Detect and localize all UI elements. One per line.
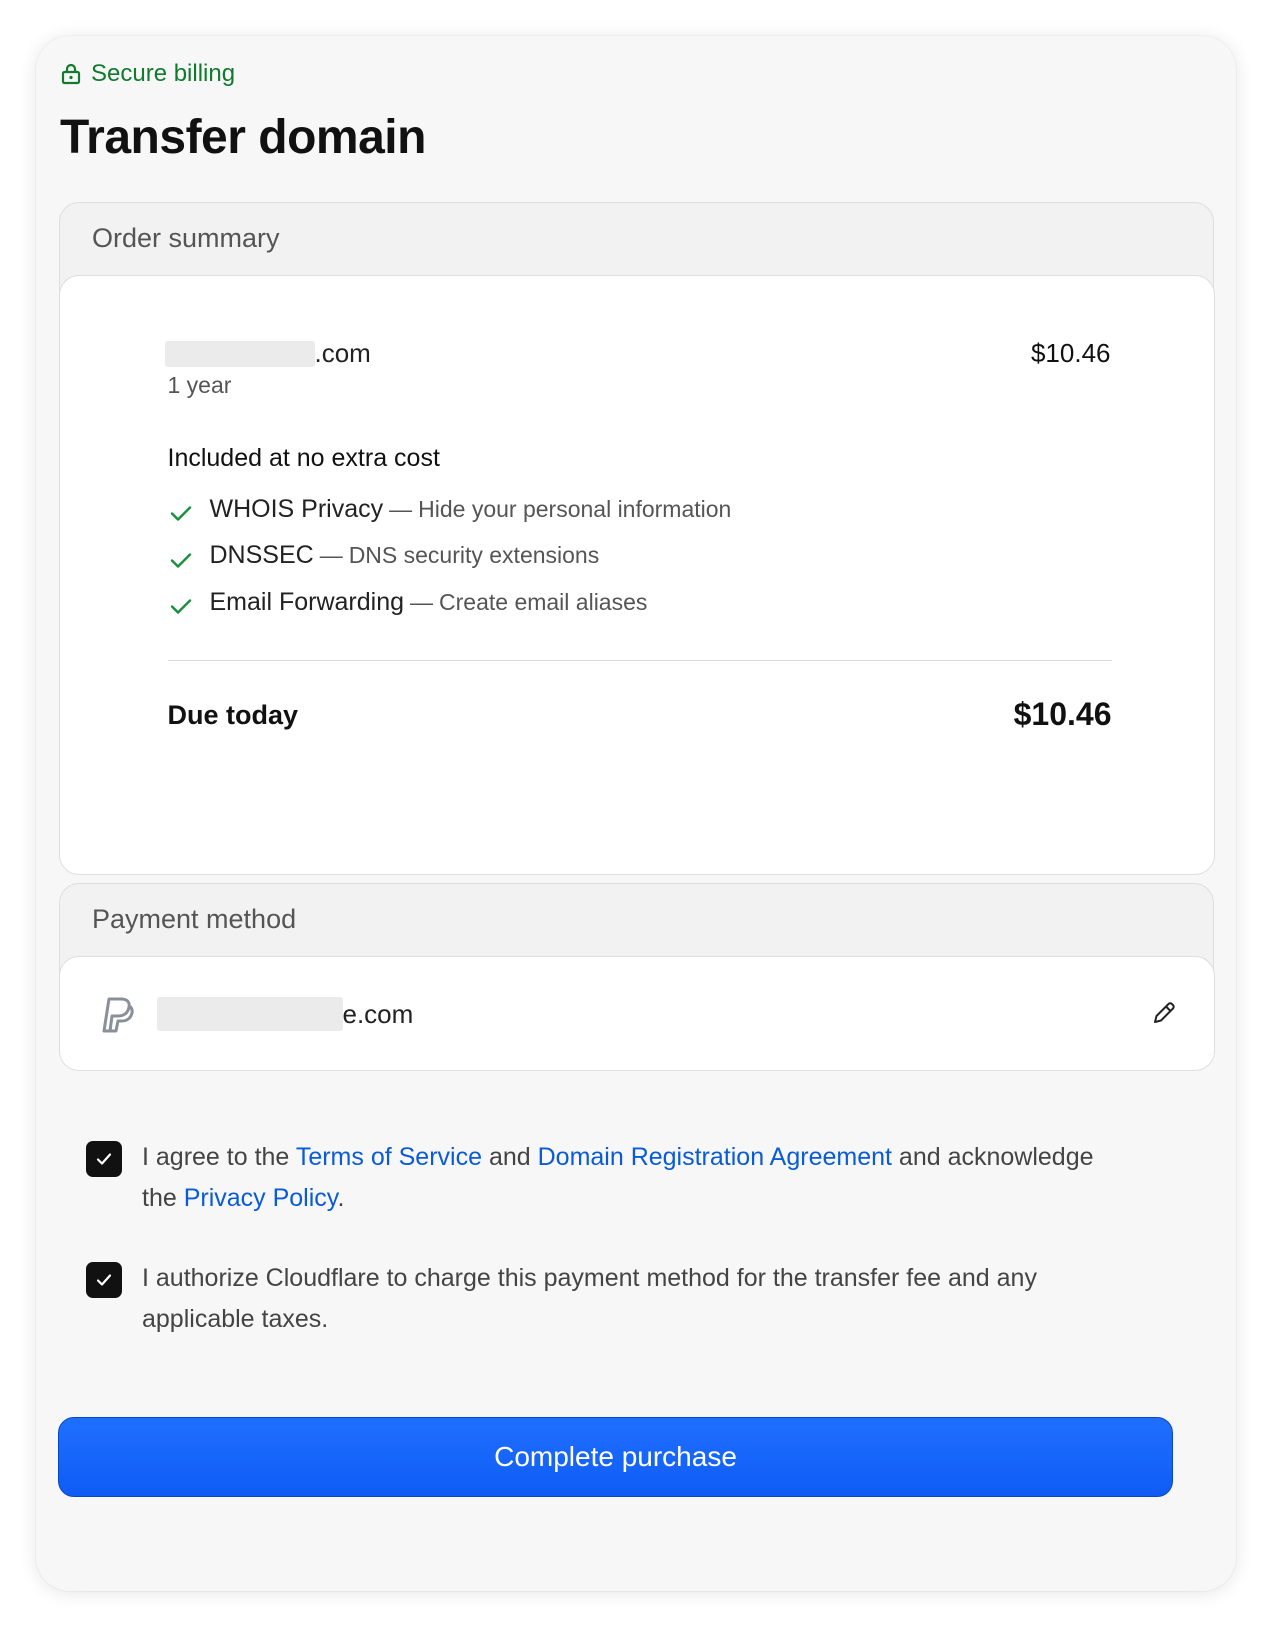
feature-item-whois-privacy: WHOIS Privacy — Hide your personal infor… — [168, 486, 732, 533]
due-today-label: Due today — [167, 700, 299, 730]
terms-text-part: . — [337, 1184, 345, 1212]
payment-account: e.com — [156, 997, 414, 1031]
page-title: Transfer domain — [60, 111, 426, 164]
terms-agreement-text: I agree to the Terms of Service and Doma… — [142, 1137, 1106, 1219]
complete-purchase-button[interactable]: Complete purchase — [58, 1417, 1173, 1497]
feature-name: DNSSEC — [209, 541, 314, 570]
paypal-icon — [102, 997, 134, 1033]
authorize-agreement-text: I authorize Cloudflare to charge this pa… — [142, 1264, 1037, 1333]
domain-name: .com — [164, 338, 371, 369]
domain-registration-agreement-link[interactable]: Domain Registration Agreement — [538, 1143, 892, 1171]
included-features-list: WHOIS Privacy — Hide your personal infor… — [168, 486, 732, 626]
edit-payment-button[interactable] — [1148, 997, 1180, 1029]
included-heading: Included at no extra cost — [167, 444, 440, 472]
checkmark-icon — [96, 1153, 112, 1165]
feature-description: Hide your personal information — [418, 495, 732, 522]
check-icon — [170, 553, 191, 568]
feature-description: DNS security extensions — [348, 542, 600, 569]
terms-agreement: I agree to the Terms of Service and Doma… — [86, 1137, 1106, 1219]
check-icon — [170, 506, 191, 521]
pencil-icon — [1153, 1002, 1175, 1023]
domain-suffix: .com — [314, 338, 371, 368]
feature-description: Create email aliases — [439, 588, 648, 615]
terms-text-part: I agree to the — [142, 1143, 296, 1171]
due-today-amount: $10.46 — [1013, 696, 1112, 732]
privacy-policy-link[interactable]: Privacy Policy — [184, 1184, 338, 1212]
order-summary-panel: Order summary .com 1 year $10.46 Include… — [58, 202, 1215, 875]
checkmark-icon — [96, 1274, 112, 1286]
terms-of-service-link[interactable]: Terms of Service — [296, 1143, 482, 1171]
feature-name: WHOIS Privacy — [209, 494, 384, 523]
feature-separator: — — [319, 542, 343, 569]
payment-method-body: e.com — [58, 956, 1215, 1071]
order-summary-body: .com 1 year $10.46 Included at no extra … — [58, 275, 1215, 875]
feature-item-dnssec: DNSSEC — DNS security extensions — [168, 533, 732, 580]
payment-method-heading: Payment method — [92, 904, 297, 934]
lock-icon — [61, 63, 81, 85]
authorize-agreement: I authorize Cloudflare to charge this pa… — [86, 1258, 1106, 1340]
secure-billing-label: Secure billing — [91, 60, 236, 87]
payment-method-panel: Payment method e.com — [58, 883, 1215, 1071]
authorize-checkbox[interactable] — [86, 1262, 122, 1298]
feature-item-email-forwarding: Email Forwarding — Create email aliases — [168, 579, 732, 626]
domain-price: $10.46 — [1030, 338, 1111, 368]
checkout-card: Secure billing Transfer domain Order sum… — [36, 36, 1236, 1591]
registration-term: 1 year — [167, 372, 232, 398]
secure-billing-badge: Secure billing — [61, 60, 235, 88]
order-summary-heading: Order summary — [92, 223, 280, 253]
feature-separator: — — [389, 495, 413, 522]
payment-account-suffix: e.com — [342, 998, 414, 1029]
summary-divider — [167, 660, 1112, 661]
feature-separator: — — [410, 588, 434, 615]
feature-name: Email Forwarding — [209, 587, 405, 616]
terms-checkbox[interactable] — [86, 1141, 122, 1177]
check-icon — [170, 599, 191, 614]
terms-text-part: and — [482, 1143, 538, 1171]
redacted-email — [156, 997, 343, 1031]
redacted-domain — [164, 340, 315, 367]
